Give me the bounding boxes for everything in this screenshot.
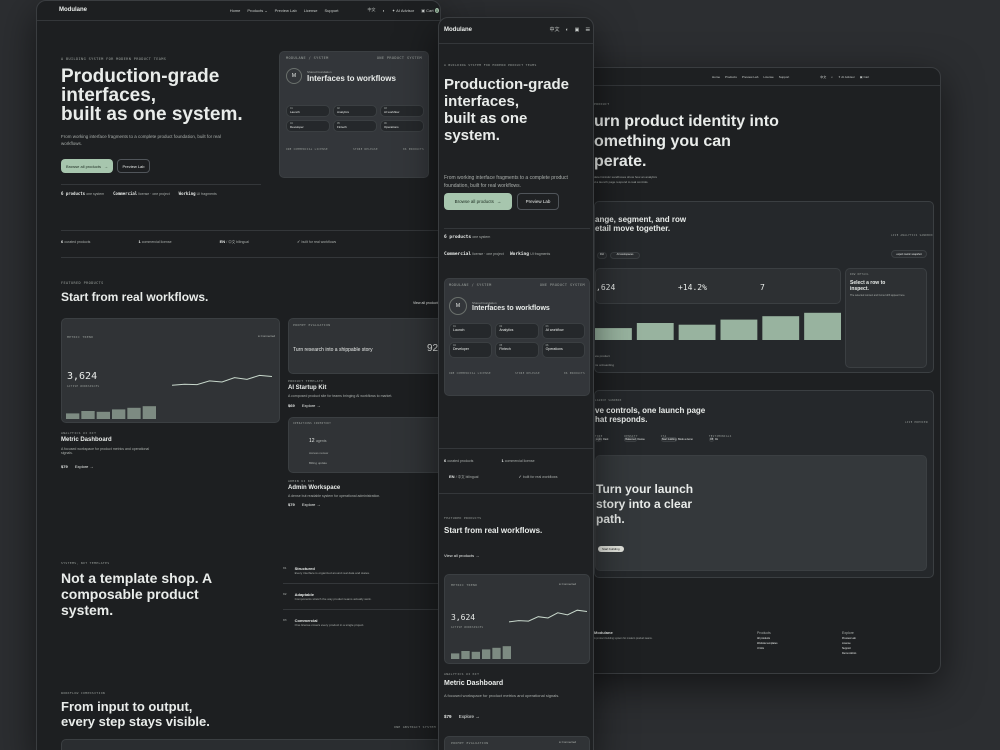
trend-line bbox=[172, 374, 272, 386]
launch-preview: Turn your launch story into a clear path. … bbox=[595, 455, 927, 571]
nav-license[interactable]: License bbox=[304, 8, 318, 13]
tile-fintech[interactable]: 05 Fintech bbox=[333, 120, 377, 132]
tile-launch[interactable]: 01 Launch bbox=[286, 105, 330, 117]
chart-bar bbox=[127, 407, 141, 419]
mobile-metric-bars bbox=[451, 646, 511, 659]
ai-advisor-button[interactable]: ✦ AI Advisor bbox=[392, 8, 414, 13]
chart-bar bbox=[66, 413, 80, 419]
hero-title: Production-grade interfaces, built as one … bbox=[61, 66, 243, 125]
featured-eyebrow: FEATURED PRODUCTS bbox=[61, 281, 104, 285]
launch-controls: TONELight Dark DENSITYBalanced Dense CTA… bbox=[595, 435, 732, 442]
nav-products[interactable]: Products ⌄ bbox=[247, 8, 267, 13]
product-identity-title: urn product identity into omething you ca… bbox=[594, 113, 779, 170]
language-toggle[interactable]: 中文 bbox=[368, 7, 376, 13]
chart-bar bbox=[720, 319, 758, 340]
mobile-homepage-window: Modulane 中文 ◐ ▣ ≡ A BUILDING SYSTEM FOR MOD… bbox=[438, 17, 594, 750]
chart-bar bbox=[112, 409, 126, 419]
tile-analytics[interactable]: 02 Analytics bbox=[333, 105, 377, 117]
mobile-explore-link[interactable]: Explore → bbox=[459, 714, 480, 719]
mobile-cart-icon[interactable]: ▣ bbox=[575, 27, 580, 33]
panel-tiles: 01 Launch 02 Analytics 03 AI workflow 04 Dev… bbox=[286, 105, 424, 132]
metric-preview-card[interactable]: METRIC TREND ● Connected 3,624 ACTIVE WO… bbox=[61, 318, 280, 423]
tile-operations[interactable]: 06 Operations bbox=[380, 120, 424, 132]
nav-support[interactable]: Support bbox=[324, 8, 338, 13]
analytics-sandbox: ange, segment, and row etail move togethe… bbox=[594, 201, 934, 373]
theme-icon[interactable]: ◐ bbox=[383, 8, 385, 13]
admin-explore-link[interactable]: Explore → bbox=[302, 502, 321, 507]
mobile-theme-icon[interactable]: ◐ bbox=[566, 27, 569, 33]
cart-count: 0 bbox=[434, 7, 439, 13]
system-features: 01 Structured Every interface is organized… bbox=[283, 566, 438, 635]
mobile-lang[interactable]: 中文 bbox=[550, 26, 560, 33]
footer-col-products: Products All products Website templates UI … bbox=[757, 631, 778, 650]
metric-bars bbox=[66, 406, 156, 419]
featured-title: Start from real workflows. bbox=[61, 290, 209, 304]
chart-bar bbox=[471, 651, 480, 659]
chart-bar bbox=[142, 406, 156, 419]
trend-line bbox=[509, 609, 587, 623]
chart-bar bbox=[482, 649, 491, 659]
preview-lab-button[interactable]: Preview Lab bbox=[117, 159, 150, 173]
chart-bar bbox=[96, 411, 110, 419]
tile-ai-workflow[interactable]: 03 AI workflow bbox=[380, 105, 424, 117]
system-title: Not a template shop. Acomposable product… bbox=[61, 570, 213, 618]
footer-col-explore: Explore Preview Lab License Support Demo Adm… bbox=[842, 631, 857, 655]
metric-price-row: $79 Explore → bbox=[61, 464, 94, 469]
mobile-brand[interactable]: Modulane bbox=[444, 27, 472, 33]
segment-filter[interactable]: All workspaces bbox=[610, 252, 640, 259]
row-detail-panel: ROW DETAIL Select a row to inspect. The … bbox=[845, 268, 927, 368]
tile-developer[interactable]: 04 Developer bbox=[286, 120, 330, 132]
analytics-bars bbox=[595, 312, 841, 340]
prompt-preview-card[interactable]: PROMPT EVALUATION Turn research into a s… bbox=[288, 318, 440, 374]
range-filter[interactable]: 90d bbox=[597, 252, 607, 259]
hero-stats: 6 products one system Commercial license… bbox=[61, 191, 217, 196]
mobile-metric-card[interactable]: METRIC TREND ● Connected 3,624 ACTIVE WO… bbox=[444, 574, 590, 664]
chart-bar bbox=[502, 646, 511, 659]
metric-explore-link[interactable]: Explore → bbox=[75, 464, 94, 469]
desktop-homepage-window: Modulane Home Products ⌄ Preview Lab Lic… bbox=[36, 0, 441, 750]
chart-bar bbox=[595, 328, 632, 340]
launch-sandbox: LAUNCH SANDBOX ve controls, one launch p… bbox=[594, 390, 934, 578]
chart-bar bbox=[81, 411, 95, 419]
nav-home[interactable]: Home bbox=[230, 8, 241, 13]
mobile-browse-button[interactable]: Browse all products → bbox=[444, 193, 512, 210]
ops-preview-card[interactable]: OPERATIONS INVENTORY 12 agents Access re… bbox=[288, 417, 440, 473]
mobile-system-panel: MODULANE / SYSTEM ONE PRODUCT SYSTEM M Sh… bbox=[444, 278, 590, 396]
mobile-hero-title: Production-grade interfaces, built as one s… bbox=[444, 76, 570, 144]
metric-line bbox=[172, 374, 272, 386]
ai-kit-explore-link[interactable]: Explore → bbox=[302, 403, 321, 408]
product-sandbox-window: Home Products Preview Lab License Support 中文… bbox=[565, 67, 941, 674]
metric-product-name[interactable]: Metric Dashboard bbox=[61, 437, 112, 443]
chart-bar bbox=[804, 312, 841, 340]
metric-value: 3,624 bbox=[67, 371, 98, 382]
export-snapshot-button[interactable]: export metric snapshot bbox=[891, 250, 927, 258]
chart-bar bbox=[762, 316, 800, 340]
top-nav: Modulane Home Products ⌄ Preview Lab Lic… bbox=[59, 7, 439, 13]
stats-strip: 6 curated products 1 commercial license … bbox=[61, 239, 337, 244]
mobile-view-all-link[interactable]: View all products → bbox=[444, 553, 479, 558]
nav-preview[interactable]: Preview Lab bbox=[275, 8, 297, 13]
chart-bar bbox=[636, 323, 674, 340]
chart-bar bbox=[492, 647, 501, 659]
brand-logo[interactable]: Modulane bbox=[59, 7, 87, 13]
workflow-title: From input to output, every step stays vi… bbox=[61, 699, 210, 729]
ai-kit-name[interactable]: AI Startup Kit bbox=[288, 385, 326, 391]
menu-icon[interactable]: ≡ bbox=[585, 25, 590, 34]
mobile-metric-line bbox=[509, 609, 587, 623]
chart-bar bbox=[678, 324, 716, 340]
admin-workspace-name[interactable]: Admin Workspace bbox=[288, 485, 340, 491]
mobile-preview-button[interactable]: Preview Lab bbox=[517, 193, 559, 210]
view-all-link[interactable]: View all products bbox=[413, 301, 439, 305]
chart-bar bbox=[451, 653, 460, 659]
start-building-button[interactable]: Start building bbox=[598, 546, 624, 552]
cart-button[interactable]: ▣ Cart 0 bbox=[421, 7, 439, 13]
system-avatar: M bbox=[286, 68, 302, 84]
browse-products-button[interactable]: Browse all products → bbox=[61, 159, 113, 173]
hero-eyebrow: A BUILDING SYSTEM FOR MODERN PRODUCT TEA… bbox=[61, 57, 167, 61]
chart-bar bbox=[461, 651, 470, 659]
system-panel: MODULANE / SYSTEM ONE PRODUCT SYSTEM M Sh… bbox=[279, 51, 429, 178]
hero-description: From working interface fragments to a co… bbox=[61, 134, 221, 146]
